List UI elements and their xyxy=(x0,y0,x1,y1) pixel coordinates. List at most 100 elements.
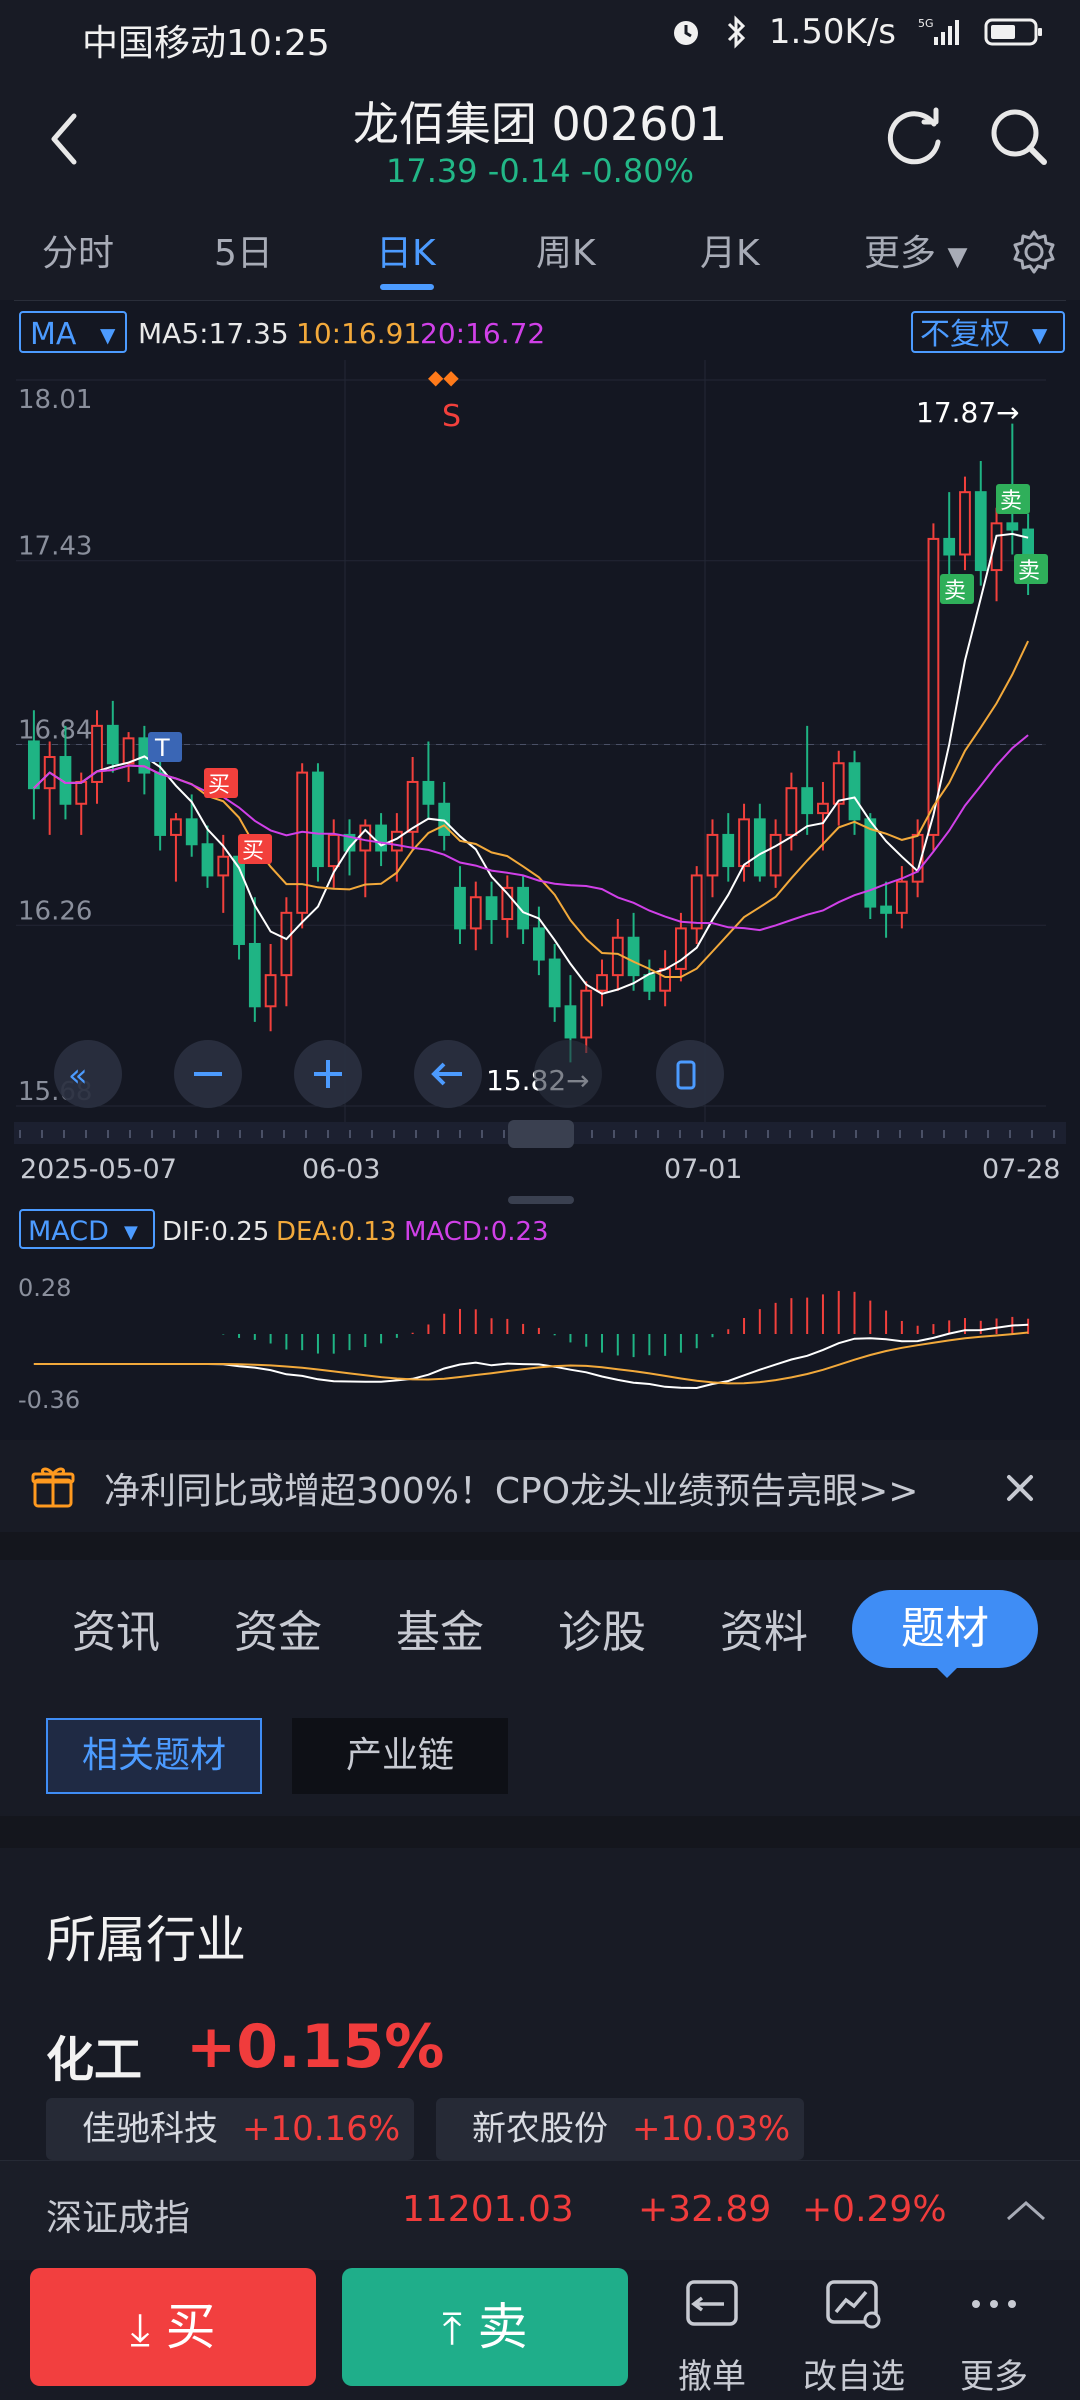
tab-monthly-k[interactable]: 月K xyxy=(700,224,760,276)
candle-body xyxy=(280,911,293,977)
candle-body xyxy=(659,967,672,992)
y-tick-label: 18.01 xyxy=(18,385,92,415)
news-notice-banner[interactable]: 净利同比或增超300%！CPO龙头业绩预告亮眼>> xyxy=(0,1440,1080,1532)
subtab-related-themes[interactable]: 相关题材 xyxy=(46,1718,262,1794)
settings-gear-icon[interactable] xyxy=(1010,228,1058,276)
candle-body xyxy=(264,974,277,1008)
candle-body xyxy=(106,724,119,765)
candle-body xyxy=(895,880,908,914)
scroll-far-left-button[interactable] xyxy=(54,1040,122,1108)
status-bar: 中国移动10:25 1.50K/s 5G xyxy=(0,0,1080,74)
candle-body xyxy=(596,974,608,992)
x-tick-label: 07-28 xyxy=(982,1154,1060,1185)
candle-body xyxy=(532,927,545,961)
gift-icon xyxy=(31,1467,75,1508)
cancel-order-button[interactable]: 撤单 xyxy=(652,2274,772,2398)
candle-body xyxy=(122,737,135,765)
tab-weekly-k[interactable]: 周K xyxy=(536,224,596,276)
minus-icon xyxy=(194,1072,222,1076)
rotate-screen-button[interactable] xyxy=(656,1040,724,1108)
candle-body xyxy=(201,843,214,877)
dea-line xyxy=(33,1331,1029,1385)
ma-selector-label: MA xyxy=(30,317,77,352)
edit-watchlist-label: 改自选 xyxy=(803,2357,905,2397)
tab-5day[interactable]: 5日 xyxy=(214,224,273,276)
candle-body xyxy=(753,818,766,877)
more-button[interactable]: 更多 xyxy=(934,2274,1054,2398)
candle-body xyxy=(27,740,40,790)
candle-body xyxy=(564,1005,577,1039)
adjust-caret-icon: ▼ xyxy=(1032,323,1048,347)
tab-more[interactable]: 更多 ▼ xyxy=(864,224,967,276)
close-icon[interactable] xyxy=(1004,1472,1036,1504)
candle-body xyxy=(690,874,703,930)
kline-chart-svg[interactable]: MA ▼ MA5:17.35 10:16.91 20:16.72 不复权 ▼ 1… xyxy=(0,300,1080,1440)
status-icons: 1.50K/s 5G xyxy=(669,12,1044,52)
ma20-value: 20:16.72 xyxy=(420,317,545,350)
industry-section: 所属行业 化工 +0.15% 佳驰科技 +10.16% 新农股份 +10.03% xyxy=(0,1848,1080,2160)
candle-body xyxy=(327,833,340,868)
adjust-label: 不复权 xyxy=(920,317,1010,352)
signal-dots: ◆◆ xyxy=(428,365,459,389)
refresh-icon[interactable] xyxy=(880,102,950,172)
candle-body xyxy=(422,780,435,805)
sell-button[interactable]: ⤒ 卖 xyxy=(342,2268,628,2386)
candle-body xyxy=(785,787,798,836)
index-name: 深证成指 xyxy=(46,2198,191,2239)
chip-stock-pct: +10.03% xyxy=(632,2109,791,2149)
index-ticker-bar[interactable]: 深证成指 11201.03 +32.89 +0.29% xyxy=(0,2160,1080,2260)
more-dots-icon xyxy=(972,2300,1016,2308)
kline-chart-area[interactable]: MA ▼ MA5:17.35 10:16.91 20:16.72 不复权 ▼ 1… xyxy=(0,300,1080,1440)
macd-header: MACD ▼ DIF:0.25 DEA:0.13 MACD:0.23 0.28 … xyxy=(18,1209,549,1414)
candle-body xyxy=(848,762,861,821)
candle-body xyxy=(769,833,782,877)
industry-stock-chip[interactable]: 新农股份 +10.03% xyxy=(436,2098,805,2160)
s-marker: S xyxy=(442,399,461,434)
chip-stock-name: 新农股份 xyxy=(472,2109,608,2149)
stock-header: 龙佰集团 002601 17.39 -0.14 -0.80% xyxy=(0,74,1080,204)
scroll-right-button[interactable] xyxy=(534,1040,602,1108)
buy-label: 买 xyxy=(165,2298,216,2356)
dif-value: DIF:0.25 xyxy=(162,1217,269,1247)
ma5-value: MA5:17.35 xyxy=(138,317,289,350)
y-tick-label: 17.43 xyxy=(18,532,92,562)
sell-icon: ⤒ xyxy=(442,2304,462,2355)
tab-profile[interactable]: 资料 xyxy=(720,1596,808,1660)
industry-name[interactable]: 化工 xyxy=(46,2020,142,2090)
candle-body xyxy=(312,771,324,868)
tab-more-label: 更多 xyxy=(864,233,937,274)
chevron-up-icon[interactable] xyxy=(1004,2195,1048,2225)
edit-watchlist-button[interactable]: 改自选 xyxy=(794,2274,914,2398)
notice-text[interactable]: 净利同比或增超300%！CPO龙头业绩预告亮眼>> xyxy=(104,1462,918,1514)
candle-body xyxy=(248,942,261,1008)
tab-intraday[interactable]: 分时 xyxy=(42,224,114,276)
tab-news[interactable]: 资讯 xyxy=(72,1596,160,1660)
tab-daily-k[interactable]: 日K xyxy=(376,224,436,276)
candle-body xyxy=(832,762,845,805)
buy-button[interactable]: ⤓ 买 xyxy=(30,2268,316,2386)
tab-themes[interactable]: 题材 xyxy=(852,1590,1038,1668)
watchlist-chart-icon xyxy=(826,2280,881,2329)
tab-funds-flow[interactable]: 资金 xyxy=(234,1596,322,1660)
search-icon[interactable] xyxy=(984,102,1054,172)
tab-diagnosis[interactable]: 诊股 xyxy=(558,1596,646,1660)
candle-body xyxy=(548,958,561,1008)
tab-fund[interactable]: 基金 xyxy=(396,1596,484,1660)
candle-body xyxy=(296,771,309,914)
chip-stock-name: 佳驰科技 xyxy=(82,2109,218,2149)
subtab-industry-chain[interactable]: 产业链 xyxy=(292,1718,508,1794)
macd-top-tick: 0.28 xyxy=(18,1274,71,1302)
industry-stock-chip[interactable]: 佳驰科技 +10.16% xyxy=(46,2098,415,2160)
cancel-order-label: 撤单 xyxy=(678,2357,746,2397)
buy-icon: ⤓ xyxy=(130,2304,150,2355)
macd-caret-icon: ▼ xyxy=(124,1222,138,1243)
candle-body xyxy=(217,855,230,877)
candle-body xyxy=(154,771,167,836)
dif-line xyxy=(33,1323,1029,1390)
sell-marker-2: 卖 xyxy=(1000,489,1022,514)
candle-body xyxy=(170,818,182,836)
carrier-time: 中国移动10:25 xyxy=(82,14,330,66)
ma-caret-icon: ▼ xyxy=(100,323,116,347)
x-axis: 2025-05-07 06-03 07-01 07-28 xyxy=(14,1120,1066,1204)
candle-body xyxy=(485,896,498,921)
